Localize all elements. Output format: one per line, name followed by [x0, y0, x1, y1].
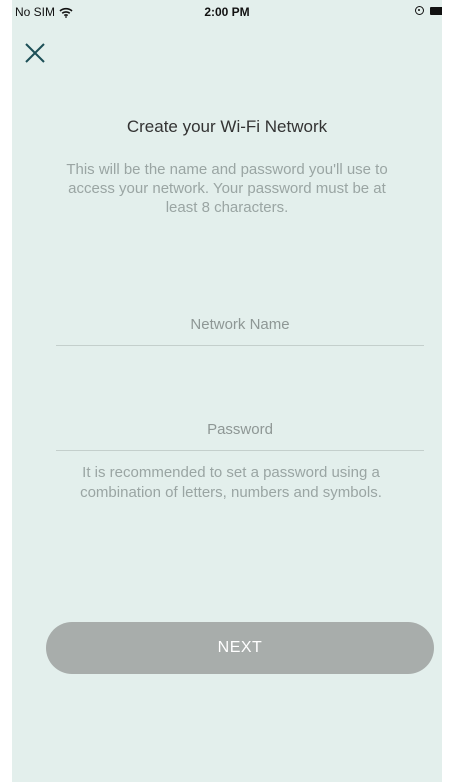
status-bar: No SIM 2:00 PM — [12, 0, 442, 24]
close-icon — [25, 43, 45, 63]
orientation-lock-icon — [415, 6, 424, 15]
battery-icon — [430, 6, 442, 15]
password-input[interactable] — [56, 408, 424, 450]
password-field — [56, 408, 424, 451]
page-description: This will be the name and password you'l… — [66, 161, 388, 216]
next-button[interactable]: NEXT — [46, 622, 434, 674]
password-hint: It is recommended to set a password usin… — [80, 464, 382, 501]
status-time: 2:00 PM — [204, 5, 250, 19]
screen: No SIM 2:00 PM Create your Wi-Fi Network… — [12, 0, 442, 782]
network-name-field — [56, 303, 424, 346]
close-button[interactable] — [22, 40, 48, 66]
page-title: Create your Wi-Fi Network — [126, 117, 328, 136]
network-name-input[interactable] — [56, 303, 424, 345]
status-right — [415, 6, 442, 15]
